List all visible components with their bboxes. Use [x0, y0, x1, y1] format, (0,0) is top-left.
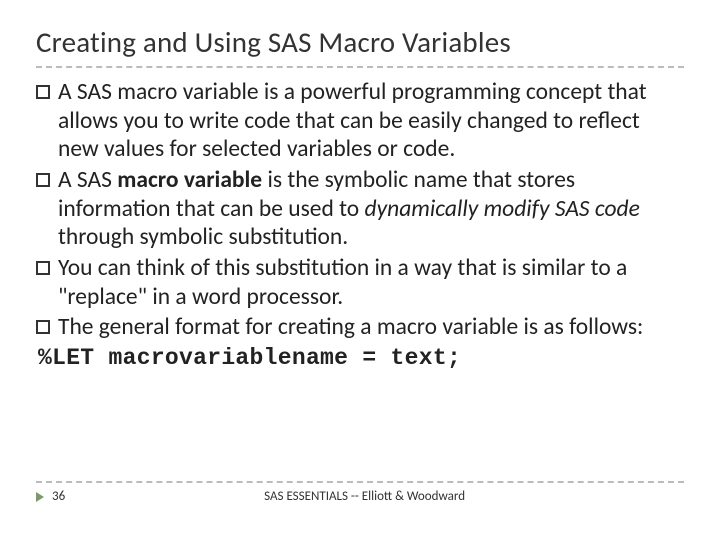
- code-line: %LET macrovariablename = text;: [38, 344, 684, 372]
- bullet-item: You can think of this substitution in a …: [36, 254, 684, 311]
- slide-title: Creating and Using SAS Macro Variables: [36, 24, 684, 68]
- text-run: You can think of this substitution in a …: [58, 254, 627, 311]
- text-run: A SAS: [58, 166, 117, 194]
- text-italic: dynamically modify SAS code: [365, 195, 640, 223]
- square-bullet-icon: [36, 173, 50, 187]
- square-bullet-icon: [36, 261, 50, 275]
- bullet-text: A SAS macro variable is the symbolic nam…: [58, 166, 684, 252]
- bullet-item: A SAS macro variable is the symbolic nam…: [36, 166, 684, 252]
- text-run: through symbolic substitution.: [58, 223, 348, 251]
- text-run: The general format for creating a macro …: [58, 313, 643, 341]
- footer-text: SAS ESSENTIALS -- Elliott & Woodward: [105, 489, 684, 504]
- bullet-text: A SAS macro variable is a powerful progr…: [58, 78, 684, 164]
- slide-body: A SAS macro variable is a powerful progr…: [36, 78, 684, 372]
- bullet-item: The general format for creating a macro …: [36, 313, 684, 342]
- text-run: A SAS macro variable is a powerful progr…: [58, 78, 647, 163]
- text-bold: macro variable: [117, 166, 262, 194]
- bullet-item: A SAS macro variable is a powerful progr…: [36, 78, 684, 164]
- play-triangle-icon: [36, 492, 44, 502]
- slide: Creating and Using SAS Macro Variables A…: [0, 0, 720, 540]
- square-bullet-icon: [36, 320, 50, 334]
- page-number: 36: [52, 489, 65, 504]
- bullet-text: You can think of this substitution in a …: [58, 254, 684, 311]
- square-bullet-icon: [36, 85, 50, 99]
- slide-footer: 36 SAS ESSENTIALS -- Elliott & Woodward: [36, 481, 684, 504]
- bullet-text: The general format for creating a macro …: [58, 313, 684, 342]
